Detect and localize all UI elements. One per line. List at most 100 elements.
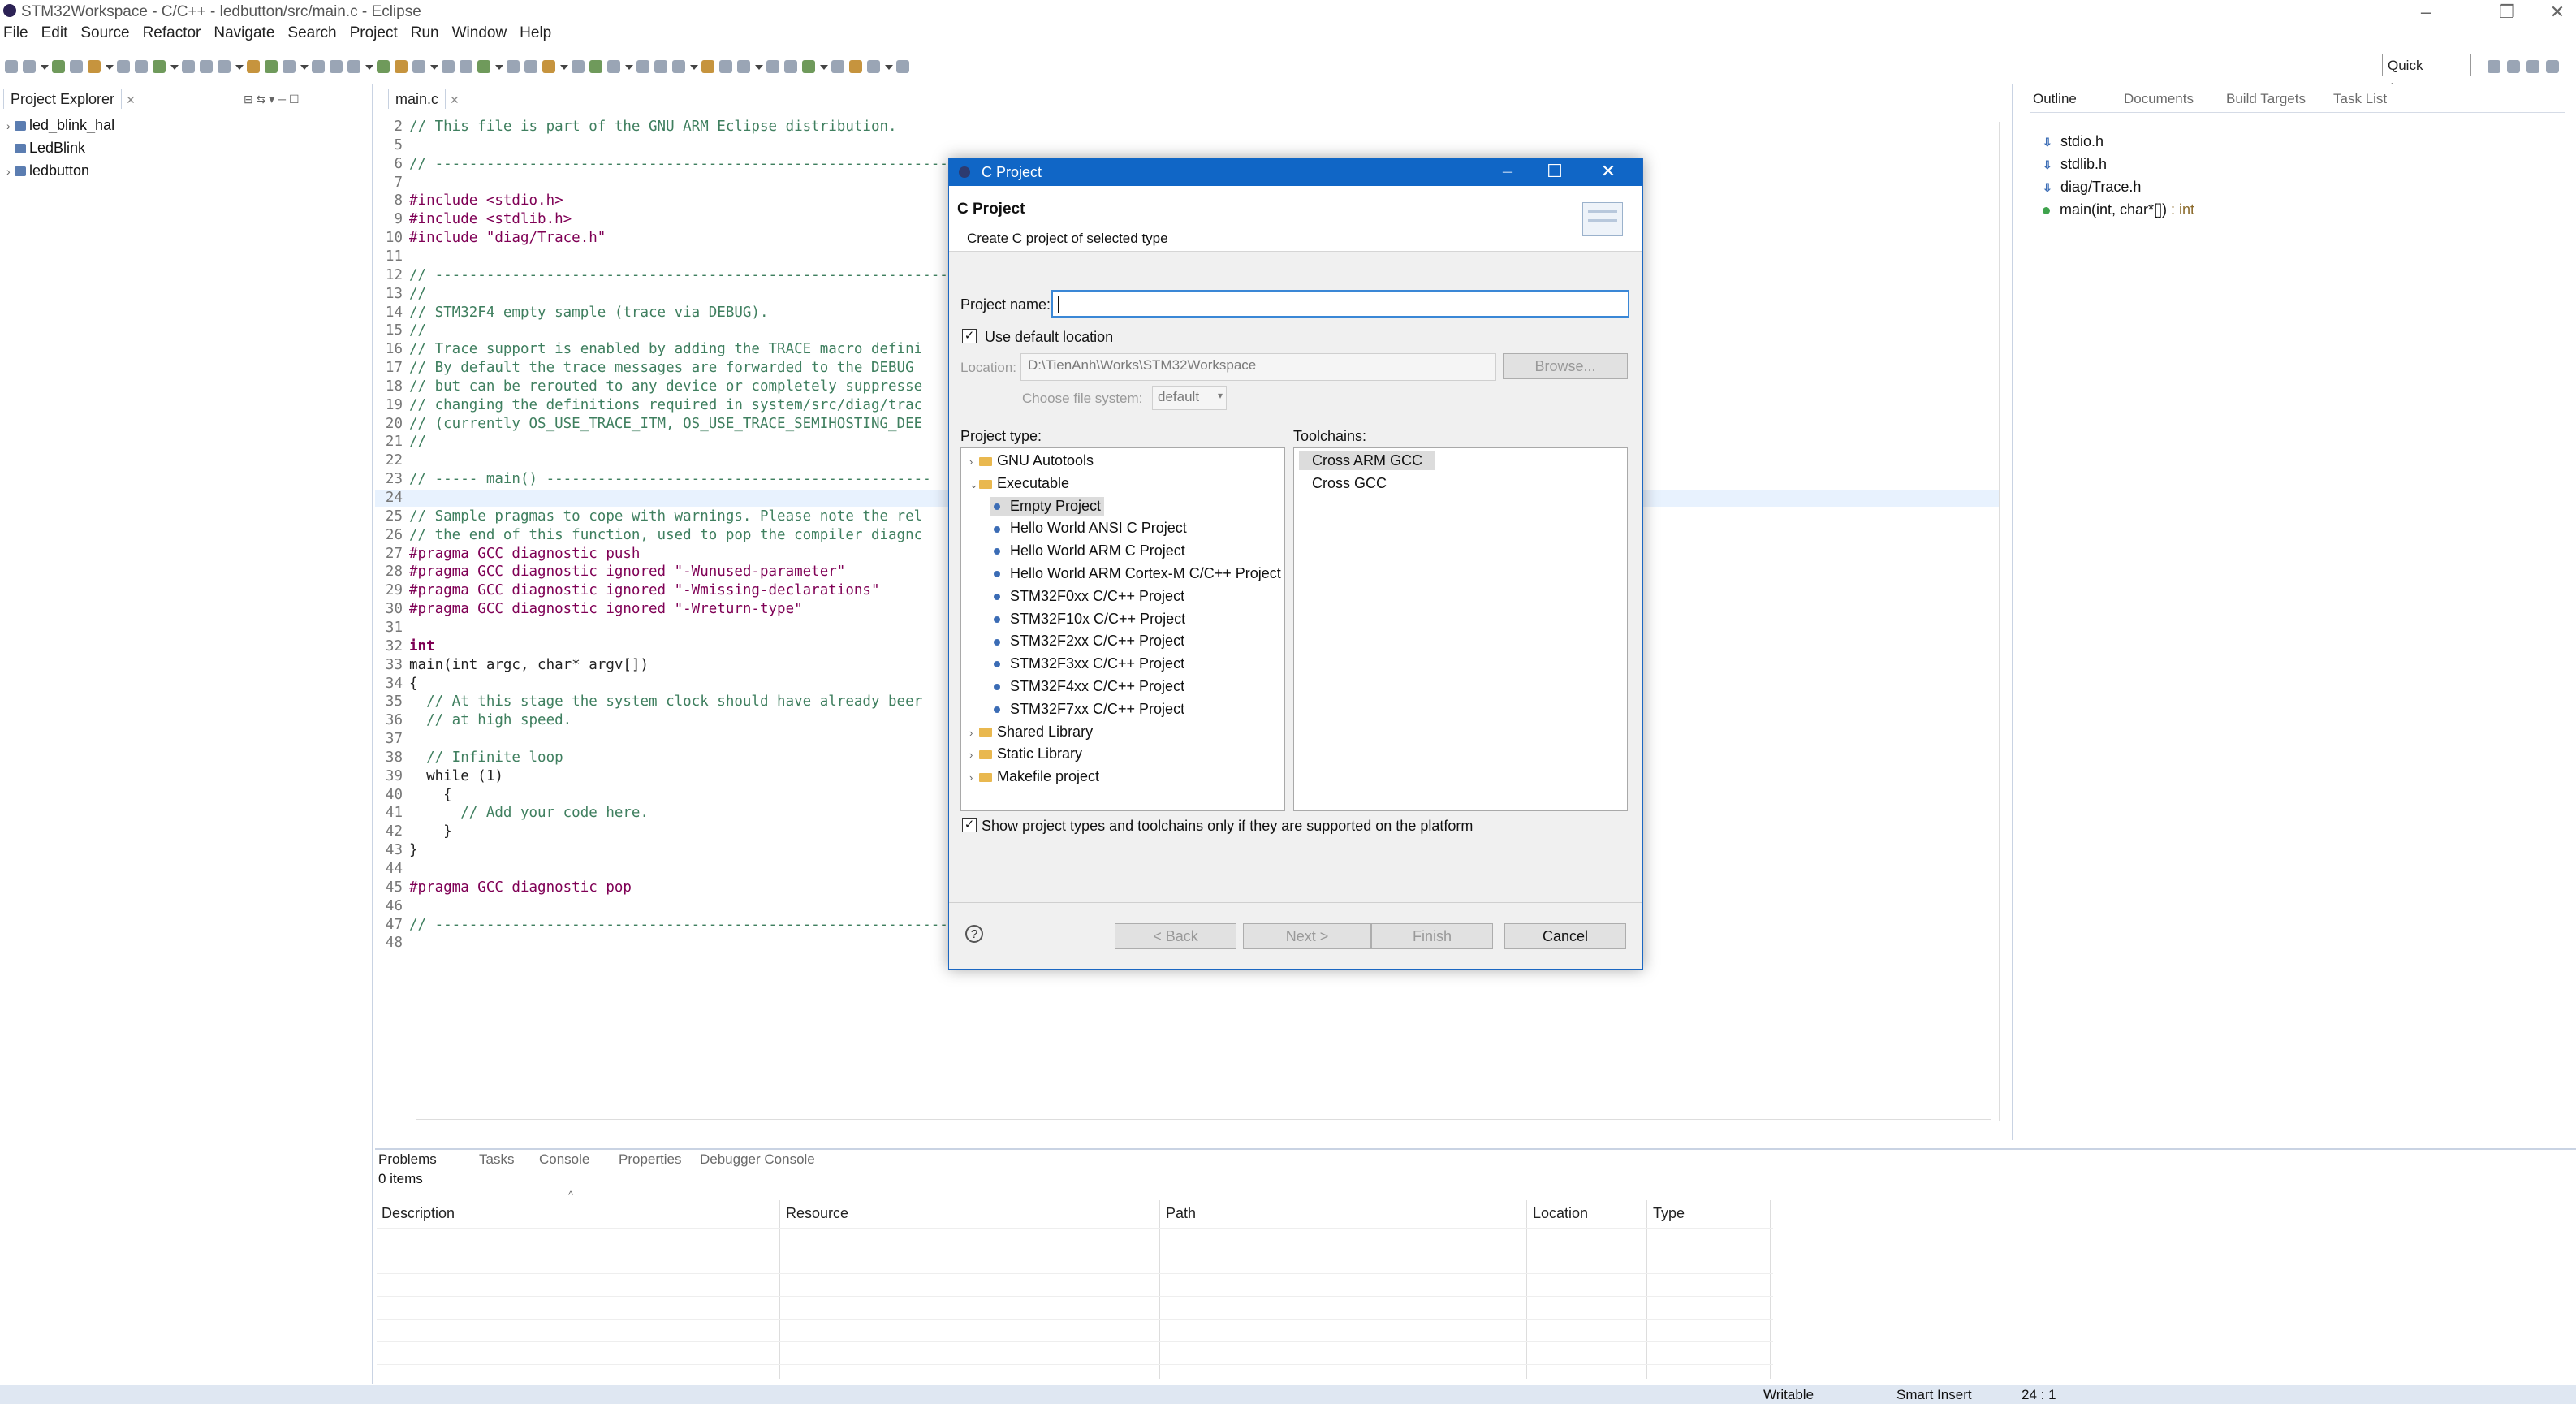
print-icon[interactable] [330,60,343,73]
code-line[interactable]: #pragma GCC diagnostic pop [409,879,632,896]
save-icon[interactable] [802,60,815,73]
menu-navigate[interactable]: Navigate [214,24,274,42]
chevron-down-icon[interactable] [300,65,309,70]
project-type-tree[interactable]: › GNU Autotools ⌄ Executable Empty Project He… [960,447,1285,811]
search-icon[interactable] [153,60,166,73]
expand-chevron-icon[interactable]: › [6,165,15,178]
outline-include-item[interactable]: ⇩ stdio.h [2043,133,2104,150]
column-divider[interactable] [1159,1200,1160,1379]
tab-task-list[interactable]: Task List [2333,91,2387,107]
print-icon[interactable] [589,60,602,73]
code-line[interactable]: int [409,638,435,654]
project-type-makefile-project[interactable]: › Makefile project [966,767,1102,786]
nav-back-icon[interactable] [477,60,490,73]
editor-horizontal-scrollbar[interactable] [416,1119,1991,1131]
toolchain-item[interactable]: Cross GCC [1299,474,1400,493]
project-item[interactable]: › led_blink_hal [6,117,114,134]
menu-file[interactable]: File [3,24,28,42]
nav-forward-icon[interactable] [507,60,520,73]
menu-search[interactable]: Search [287,24,336,42]
menu-window[interactable]: Window [452,24,507,42]
filesystem-select[interactable]: default ▾ [1152,386,1227,410]
project-type-static-library[interactable]: › Static Library [966,745,1085,763]
explorer-toolbar-icons[interactable]: ⊟ ⇆ ▾ ─ ☐ [244,93,300,106]
chevron-down-icon[interactable]: ⌄ [969,478,979,491]
menu-help[interactable]: Help [520,24,551,42]
chevron-down-icon[interactable] [690,65,698,70]
column-header-path[interactable]: Path [1166,1205,1196,1222]
build-icon[interactable] [607,60,620,73]
run-icon[interactable] [654,60,667,73]
tab-outline[interactable]: Outline [2033,91,2077,107]
save-all-icon[interactable] [572,60,585,73]
run-icon[interactable] [135,60,148,73]
column-header-description[interactable]: Description [382,1205,455,1222]
chevron-down-icon[interactable] [430,65,438,70]
nav-forward-icon[interactable] [766,60,779,73]
finish-button[interactable]: Finish [1371,923,1493,949]
code-line[interactable]: // [409,286,426,302]
project-type-empty-project[interactable]: Empty Project [990,496,1105,516]
project-type-shared-library[interactable]: › Shared Library [966,723,1096,741]
chevron-down-icon[interactable] [365,65,373,70]
minimize-icon[interactable]: – [2410,2,2442,23]
code-line[interactable]: // ----- main() ------------------------… [409,471,931,487]
external-tools-icon[interactable] [460,60,472,73]
code-line[interactable]: // This file is part of the GNU ARM Ecli… [409,119,897,135]
code-line[interactable]: // Infinite loop [409,750,563,766]
project-type-stm32f10x-c-c-project[interactable]: STM32F10x C/C++ Project [990,610,1189,629]
code-line[interactable]: #pragma GCC diagnostic ignored "-Wreturn… [409,601,803,617]
code-line[interactable]: // By default the trace messages are for… [409,360,914,376]
menu-source[interactable]: Source [80,24,129,42]
tab-project-explorer[interactable]: Project Explorer ✕ [3,89,136,109]
code-line[interactable]: // Trace support is enabled by adding th… [409,341,922,357]
code-line[interactable]: } [409,842,418,858]
browse-button[interactable]: Browse... [1503,353,1628,379]
code-line[interactable]: { [409,676,418,692]
tab-documents[interactable]: Documents [2124,91,2194,107]
column-header-resource[interactable]: Resource [786,1205,848,1222]
external-tools-icon[interactable] [719,60,732,73]
project-type-stm32f3xx-c-c-project[interactable]: STM32F3xx C/C++ Project [990,654,1188,673]
project-item[interactable]: › ledbutton [6,162,89,179]
code-line[interactable]: // at high speed. [409,712,572,728]
chevron-right-icon[interactable]: › [969,727,979,739]
project-type-stm32f4xx-c-c-project[interactable]: STM32F4xx C/C++ Project [990,677,1188,696]
toolchain-item[interactable]: Cross ARM GCC [1299,451,1436,470]
chevron-down-icon[interactable] [106,65,114,70]
restore-icon[interactable]: ❐ [2491,2,2523,23]
menu-project[interactable]: Project [350,24,398,42]
save-icon[interactable] [23,60,36,73]
code-line[interactable]: // STM32F4 empty sample (trace via DEBUG… [409,305,769,321]
chevron-down-icon[interactable] [235,65,244,70]
tab-properties[interactable]: Properties [619,1151,681,1168]
chevron-down-icon[interactable] [625,65,633,70]
project-item[interactable]: LedBlink [6,140,85,157]
chevron-down-icon[interactable] [885,65,893,70]
editor-vertical-scrollbar[interactable] [1999,122,2011,1121]
build-icon[interactable] [867,60,880,73]
project-type-gnu-autotools[interactable]: › GNU Autotools [966,451,1097,470]
new-icon[interactable] [5,60,18,73]
dialog-maximize-icon[interactable]: ☐ [1538,161,1571,182]
close-icon[interactable]: ✕ [2541,2,2574,23]
code-line[interactable]: // changing the definitions required in … [409,397,922,413]
outline-include-item[interactable]: ⇩ stdlib.h [2043,156,2107,173]
dialog-close-icon[interactable]: ✕ [1592,161,1625,182]
project-type-stm32f2xx-c-c-project[interactable]: STM32F2xx C/C++ Project [990,632,1188,650]
code-line[interactable]: while (1) [409,768,503,784]
chevron-down-icon[interactable] [820,65,828,70]
save-all-icon[interactable] [831,60,844,73]
column-header-type[interactable]: Type [1653,1205,1685,1222]
help-icon[interactable]: ? [965,925,983,943]
code-line[interactable]: #pragma GCC diagnostic push [409,546,640,562]
chevron-down-icon[interactable] [41,65,49,70]
perspective-icon[interactable] [2488,60,2500,73]
quick-access-input[interactable]: Quick Access [2382,54,2471,96]
outline-function-item[interactable]: main(int, char*[]) : int [2043,201,2194,218]
nav-forward-icon[interactable] [247,60,260,73]
project-type-stm32f0xx-c-c-project[interactable]: STM32F0xx C/C++ Project [990,587,1188,606]
debug-icon[interactable] [117,60,130,73]
next-button[interactable]: Next > [1243,923,1371,949]
external-tools-icon[interactable] [200,60,213,73]
